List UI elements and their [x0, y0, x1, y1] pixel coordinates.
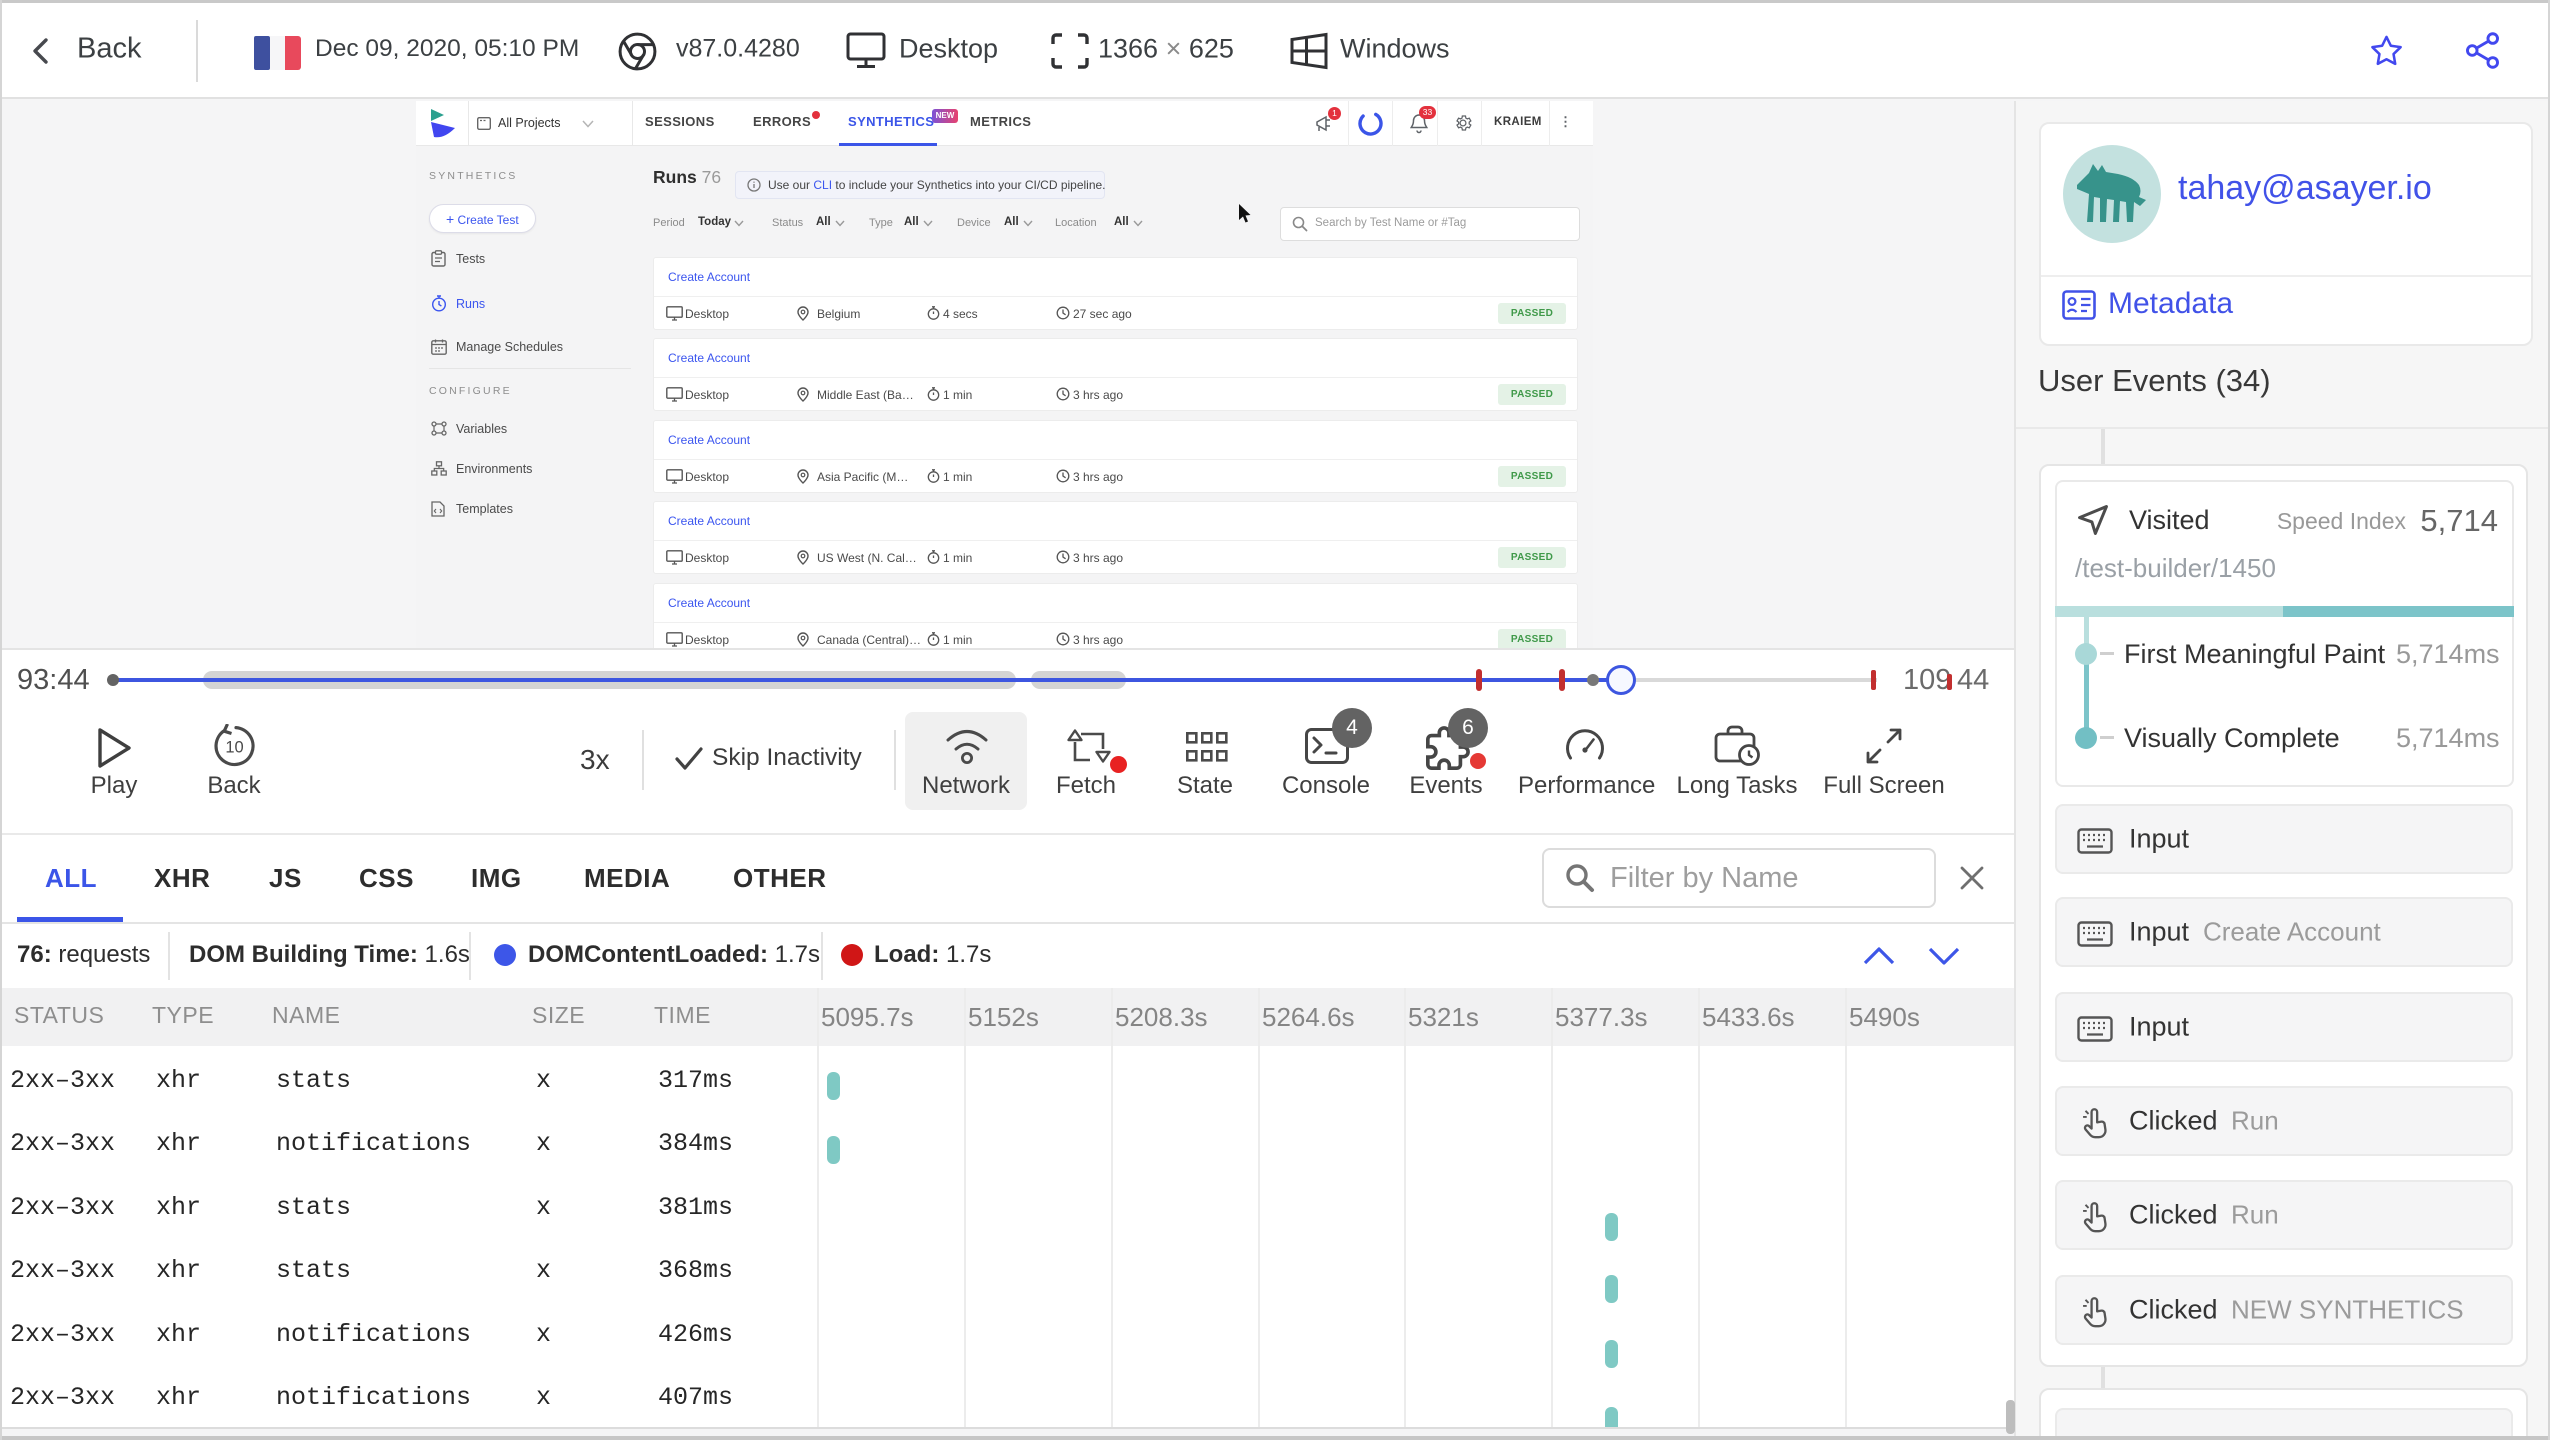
- svg-text:10: 10: [225, 739, 243, 757]
